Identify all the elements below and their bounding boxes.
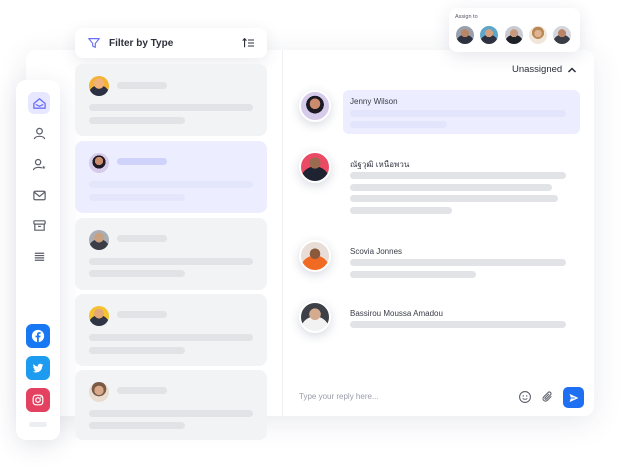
avatar bbox=[89, 153, 109, 173]
assign-to-popover: Assign to bbox=[449, 8, 580, 52]
message-line-placeholder bbox=[350, 207, 452, 214]
name-placeholder bbox=[117, 235, 167, 242]
message-sender-name: Scovia Jonnes bbox=[350, 247, 403, 256]
assignment-status[interactable]: Unassigned bbox=[512, 64, 562, 75]
text-placeholder bbox=[89, 270, 185, 277]
message-sender-name: Jenny Wilson bbox=[350, 97, 398, 106]
archive-icon bbox=[32, 219, 46, 231]
message-line-placeholder bbox=[350, 184, 552, 191]
emoji-icon[interactable] bbox=[518, 390, 532, 404]
facebook-channel-button[interactable] bbox=[26, 324, 50, 348]
assignee-avatar[interactable] bbox=[455, 25, 475, 45]
text-placeholder bbox=[89, 410, 253, 417]
message-line-placeholder bbox=[350, 195, 558, 202]
message-avatar bbox=[299, 151, 331, 183]
assignee-avatar[interactable] bbox=[528, 25, 548, 45]
user-star-icon bbox=[32, 158, 45, 170]
message-line-placeholder bbox=[350, 259, 566, 266]
name-placeholder bbox=[117, 158, 167, 165]
text-placeholder bbox=[89, 334, 253, 341]
instagram-channel-button[interactable] bbox=[26, 388, 50, 412]
message-line-placeholder bbox=[350, 172, 566, 179]
message-avatar bbox=[299, 240, 331, 272]
text-placeholder bbox=[89, 422, 185, 429]
app-canvas: Filter by Type Unassigned Jenny Wilson ณ… bbox=[0, 0, 620, 472]
assignee-avatar[interactable] bbox=[479, 25, 499, 45]
filter-label: Filter by Type bbox=[109, 37, 174, 49]
avatar bbox=[89, 382, 109, 402]
send-button[interactable] bbox=[563, 387, 584, 408]
assignee-avatar[interactable] bbox=[552, 25, 572, 45]
avatar bbox=[89, 306, 109, 326]
assign-to-label: Assign to bbox=[455, 14, 478, 20]
filter-icon bbox=[88, 38, 100, 48]
avatar bbox=[89, 76, 109, 96]
text-placeholder bbox=[89, 194, 185, 201]
mail-icon bbox=[32, 190, 46, 200]
text-placeholder bbox=[89, 104, 253, 111]
message-sender-name: Bassirou Moussa Amadou bbox=[350, 309, 443, 318]
inbox-nav-button[interactable] bbox=[28, 92, 50, 114]
send-icon bbox=[569, 393, 578, 402]
contacts-nav-button[interactable] bbox=[28, 122, 50, 144]
message-sender-name: ณัฐวุฒิ เหนือพวน bbox=[350, 160, 410, 169]
message-avatar bbox=[299, 301, 331, 333]
assigned-nav-button[interactable] bbox=[28, 153, 50, 175]
attachment-icon[interactable] bbox=[541, 390, 555, 404]
twitter-icon bbox=[32, 363, 44, 373]
text-placeholder bbox=[89, 181, 253, 188]
filter-by-type-bar[interactable]: Filter by Type bbox=[75, 28, 267, 58]
user-icon bbox=[33, 127, 45, 139]
message-line-placeholder bbox=[350, 121, 447, 128]
message-line-placeholder bbox=[350, 110, 566, 117]
avatar bbox=[89, 230, 109, 250]
text-placeholder bbox=[89, 117, 185, 124]
inbox-icon bbox=[32, 97, 46, 109]
chevron-up-icon[interactable] bbox=[567, 66, 577, 74]
name-placeholder bbox=[117, 387, 167, 394]
text-placeholder bbox=[89, 258, 253, 265]
conversation-item[interactable] bbox=[75, 370, 267, 440]
archive-nav-button[interactable] bbox=[28, 214, 50, 236]
conversation-item-selected[interactable] bbox=[75, 141, 267, 213]
message-avatar bbox=[299, 90, 331, 122]
menu-nav-button[interactable] bbox=[28, 245, 50, 267]
name-placeholder bbox=[117, 311, 167, 318]
name-placeholder bbox=[117, 82, 167, 89]
twitter-channel-button[interactable] bbox=[26, 356, 50, 380]
reply-input[interactable]: Type your reply here... bbox=[299, 392, 379, 401]
panel-divider bbox=[282, 50, 283, 416]
list-icon bbox=[34, 252, 44, 261]
conversation-item[interactable] bbox=[75, 218, 267, 290]
message-line-placeholder bbox=[350, 321, 566, 328]
mail-nav-button[interactable] bbox=[28, 184, 50, 206]
conversation-item[interactable] bbox=[75, 294, 267, 366]
message-line-placeholder bbox=[350, 271, 476, 278]
conversation-item[interactable] bbox=[75, 64, 267, 136]
nav-rail bbox=[16, 80, 60, 440]
facebook-icon bbox=[31, 329, 45, 343]
rail-more-indicator bbox=[29, 422, 47, 427]
instagram-icon bbox=[32, 394, 44, 406]
sort-icon[interactable] bbox=[241, 37, 255, 49]
assignee-avatar[interactable] bbox=[504, 25, 524, 45]
text-placeholder bbox=[89, 347, 185, 354]
